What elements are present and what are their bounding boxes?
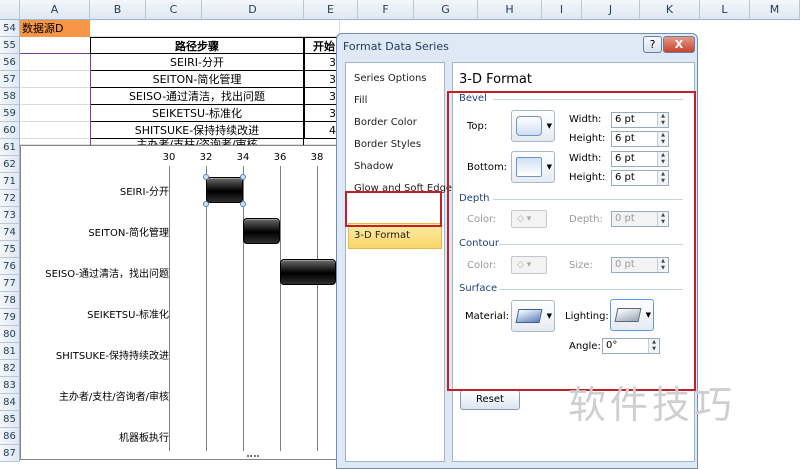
x-tick-label: 30 bbox=[162, 152, 176, 163]
chart-resize-handle[interactable] bbox=[247, 455, 259, 459]
column-header[interactable]: K bbox=[640, 0, 700, 20]
column-header[interactable]: G bbox=[414, 0, 478, 20]
row-header[interactable]: 87 bbox=[0, 445, 20, 462]
row-header[interactable]: 56 bbox=[0, 54, 20, 71]
nav-fill[interactable]: Fill bbox=[354, 95, 367, 106]
gantt-bar[interactable] bbox=[280, 259, 336, 285]
row-header[interactable]: 85 bbox=[0, 411, 20, 428]
row-header[interactable]: 79 bbox=[0, 309, 20, 326]
x-tick-label: 36 bbox=[273, 152, 287, 163]
row-header[interactable]: 61 bbox=[0, 139, 20, 156]
reset-button[interactable]: Reset bbox=[460, 390, 520, 410]
row-header[interactable]: 58 bbox=[0, 88, 20, 105]
row-header[interactable]: 83 bbox=[0, 377, 20, 394]
nav-border-color[interactable]: Border Color bbox=[354, 117, 417, 128]
column-header[interactable]: M bbox=[750, 0, 800, 20]
column-header[interactable]: I bbox=[542, 0, 582, 20]
category-list: Series Options Fill Border Color Border … bbox=[345, 62, 457, 462]
step-cell[interactable]: SEIRI-分开 bbox=[90, 54, 304, 71]
cell-a54[interactable]: 数据源D bbox=[20, 20, 90, 37]
row-header[interactable]: 54 bbox=[0, 20, 20, 37]
row-header[interactable]: 75 bbox=[0, 241, 20, 258]
category-label: SEITON-简化管理 bbox=[88, 228, 169, 239]
column-header[interactable]: A bbox=[20, 0, 90, 20]
row-header[interactable]: 59 bbox=[0, 105, 20, 122]
column-header[interactable]: F bbox=[358, 0, 414, 20]
gantt-chart[interactable]: 303234363840 SEIRI-分开SEITON-简化管理SEISO-通过… bbox=[20, 145, 360, 460]
annotation-highlight-panel bbox=[447, 91, 696, 391]
x-tick-label: 38 bbox=[310, 152, 324, 163]
header-start[interactable]: 开始 bbox=[304, 37, 340, 54]
row-header[interactable]: 71 bbox=[0, 173, 20, 190]
row-header[interactable]: 76 bbox=[0, 258, 20, 275]
row-header[interactable]: 72 bbox=[0, 190, 20, 207]
column-header[interactable]: J bbox=[582, 0, 640, 20]
selection-handle[interactable] bbox=[203, 174, 209, 180]
row-header[interactable]: 84 bbox=[0, 394, 20, 411]
start-cell[interactable]: 3 bbox=[304, 88, 340, 105]
help-button[interactable]: ? bbox=[643, 36, 662, 53]
selection-handle[interactable] bbox=[203, 201, 209, 207]
start-cell[interactable]: 3 bbox=[304, 105, 340, 122]
category-label: SEISO-通过清洁，找出问题 bbox=[45, 269, 169, 280]
select-all-corner[interactable] bbox=[0, 0, 20, 20]
x-tick-label: 34 bbox=[236, 152, 250, 163]
category-label: SHITSUKE-保持持续改进 bbox=[55, 351, 169, 362]
start-cell[interactable]: 4 bbox=[304, 122, 340, 139]
gridline bbox=[243, 166, 244, 451]
annotation-highlight-nav bbox=[345, 191, 442, 227]
range-selection-border bbox=[90, 54, 91, 145]
watermark-text: 软件技巧 bbox=[568, 383, 737, 427]
row-header[interactable]: 60 bbox=[0, 122, 20, 139]
column-header[interactable]: D bbox=[202, 0, 304, 20]
range-selection-border bbox=[20, 53, 90, 54]
gantt-bar[interactable] bbox=[206, 177, 243, 203]
row-header[interactable]: 86 bbox=[0, 428, 20, 445]
row-header[interactable]: 62 bbox=[0, 156, 20, 173]
column-header[interactable]: C bbox=[146, 0, 202, 20]
column-header[interactable]: B bbox=[90, 0, 146, 20]
row-header[interactable]: 81 bbox=[0, 343, 20, 360]
row-header[interactable]: 74 bbox=[0, 224, 20, 241]
row-header[interactable]: 55 bbox=[0, 37, 20, 54]
selection-handle[interactable] bbox=[240, 174, 246, 180]
header-path-steps[interactable]: 路径步骤 bbox=[90, 37, 304, 54]
nav-shadow[interactable]: Shadow bbox=[354, 161, 393, 172]
gridline bbox=[206, 166, 207, 451]
step-cell[interactable]: SEIKETSU-标准化 bbox=[90, 105, 304, 122]
row-header[interactable]: 57 bbox=[0, 71, 20, 88]
dialog-title: Format Data Series bbox=[343, 40, 449, 53]
start-cell[interactable]: 3 bbox=[304, 54, 340, 71]
step-cell[interactable]: SEITON-简化管理 bbox=[90, 71, 304, 88]
row-header[interactable]: 78 bbox=[0, 292, 20, 309]
nav-border-styles[interactable]: Border Styles bbox=[354, 139, 421, 150]
category-label: SEIRI-分开 bbox=[119, 187, 169, 198]
column-header[interactable]: E bbox=[304, 0, 358, 20]
gridline bbox=[317, 166, 318, 451]
category-label: SEIKETSU-标准化 bbox=[87, 310, 169, 321]
step-cell[interactable]: SHITSUKE-保持持续改进 bbox=[90, 122, 304, 139]
row-header[interactable]: 82 bbox=[0, 360, 20, 377]
nav-series-options[interactable]: Series Options bbox=[354, 73, 427, 84]
panel-title: 3-D Format bbox=[459, 72, 532, 87]
gridline bbox=[280, 166, 281, 451]
row-header[interactable]: 77 bbox=[0, 275, 20, 292]
nav-3d-format[interactable]: 3-D Format bbox=[354, 230, 410, 241]
category-label: 主办者/支柱/咨询者/审核 bbox=[58, 392, 169, 403]
x-tick-label: 32 bbox=[199, 152, 213, 163]
step-cell[interactable]: SEISO-通过清洁，找出问题 bbox=[90, 88, 304, 105]
start-cell[interactable]: 3 bbox=[304, 71, 340, 88]
column-header[interactable]: L bbox=[700, 0, 750, 20]
close-button[interactable]: X bbox=[663, 36, 695, 53]
selection-handle[interactable] bbox=[240, 201, 246, 207]
category-label: 机器板执行 bbox=[119, 433, 169, 444]
column-header[interactable]: H bbox=[478, 0, 542, 20]
row-header[interactable]: 80 bbox=[0, 326, 20, 343]
row-header[interactable]: 73 bbox=[0, 207, 20, 224]
gantt-bar[interactable] bbox=[243, 218, 280, 244]
gridline bbox=[169, 166, 170, 451]
